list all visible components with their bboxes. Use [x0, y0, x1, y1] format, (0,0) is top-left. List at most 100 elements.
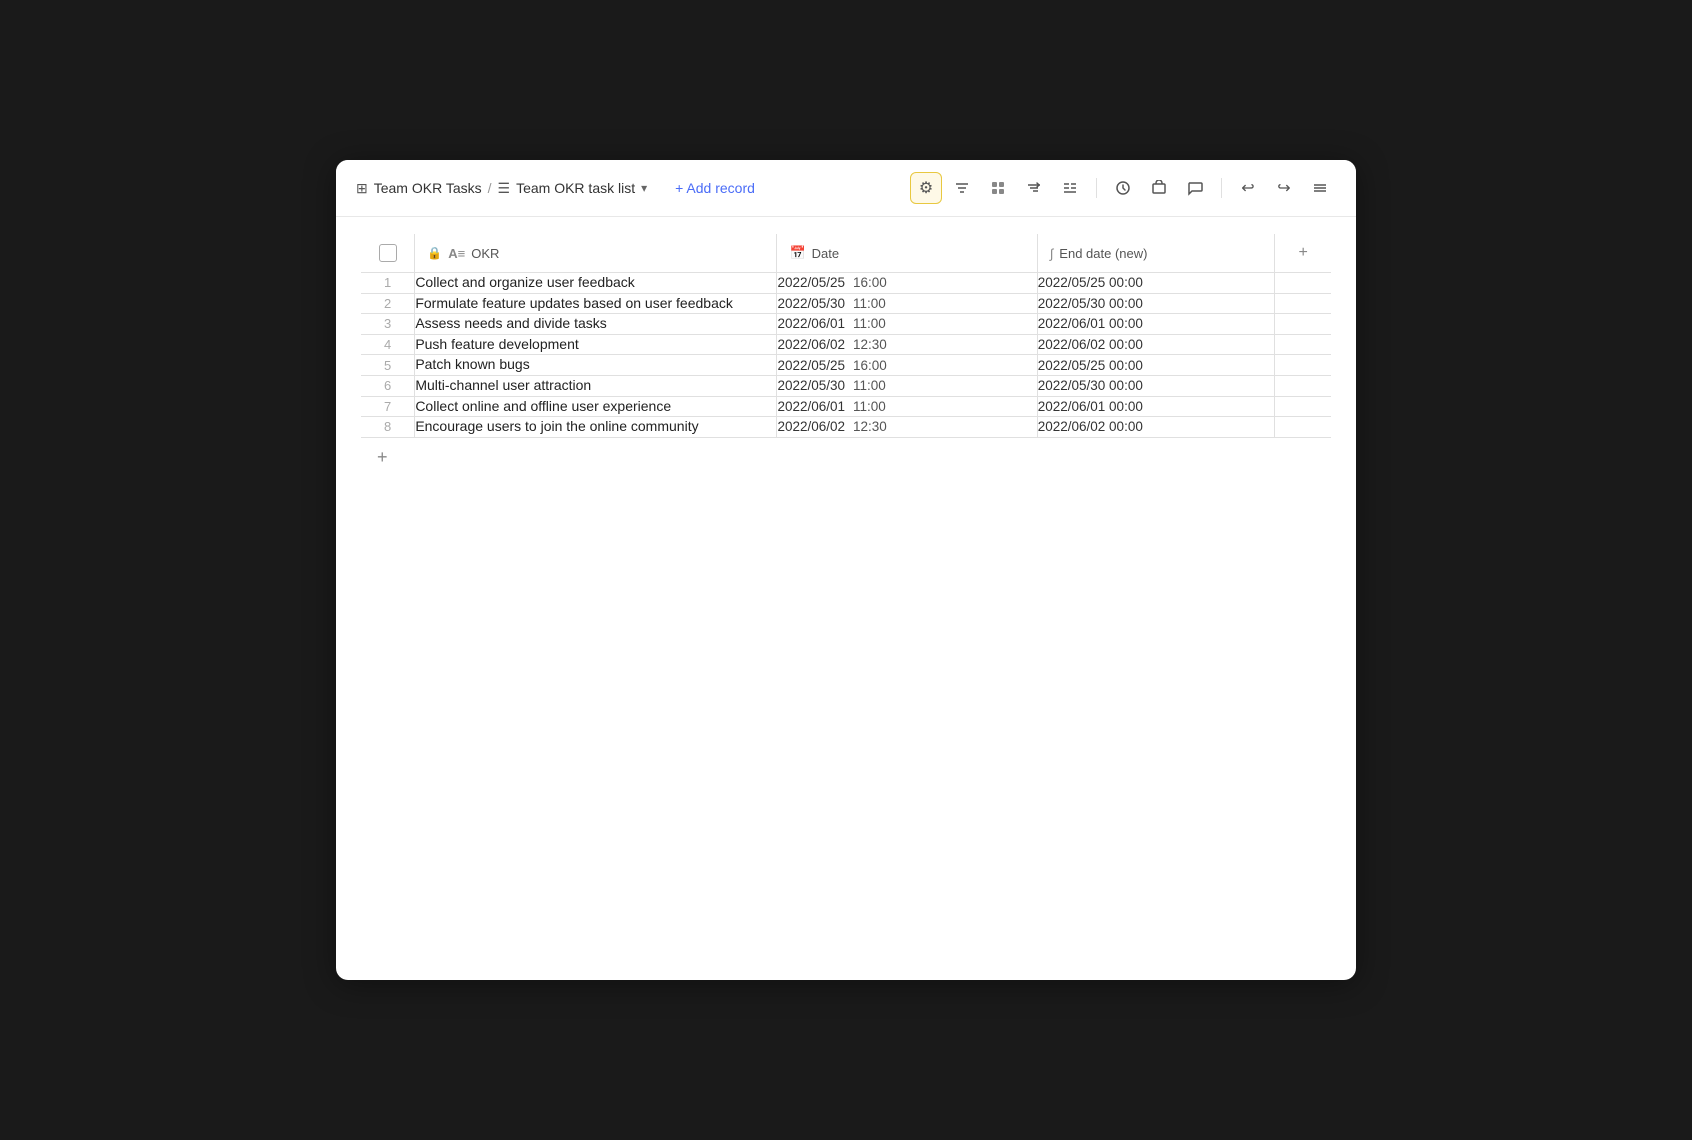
col-header-date: 📅 Date: [777, 234, 1037, 273]
group-button[interactable]: [1054, 172, 1086, 204]
row-date[interactable]: 2022/05/2516:00: [777, 355, 1037, 376]
chat-button[interactable]: [1179, 172, 1211, 204]
view-button[interactable]: [982, 172, 1014, 204]
time-value: 16:00: [853, 358, 887, 373]
row-okr[interactable]: Assess needs and divide tasks: [415, 314, 777, 335]
list-icon: ☰: [498, 180, 511, 197]
app-window: ⊞ Team OKR Tasks / ☰ Team OKR task list …: [336, 160, 1356, 980]
link-icon: ∫: [1050, 246, 1054, 261]
row-date[interactable]: 2022/05/25 16:00: [777, 273, 1037, 294]
row-enddate[interactable]: 2022/05/30 00:00: [1037, 375, 1275, 396]
time-value: 11:00: [853, 399, 886, 414]
redo-button[interactable]: ↪: [1268, 172, 1300, 204]
row-enddate[interactable]: 2022/06/01 00:00: [1037, 314, 1275, 335]
add-column-button[interactable]: +: [1275, 234, 1331, 272]
settings-button[interactable]: ⚙: [910, 172, 942, 204]
row-enddate[interactable]: 2022/05/25 00:00: [1037, 355, 1275, 376]
table-row: 7Collect online and offline user experie…: [361, 396, 1332, 417]
row-number: 8: [361, 417, 415, 438]
lock-icon: 🔒: [427, 246, 442, 260]
col-header-enddate: ∫ End date (new): [1037, 234, 1275, 273]
time-value: 11:00: [853, 316, 886, 331]
row-date[interactable]: 2022/05/30 11:00: [777, 293, 1037, 314]
col-enddate-label: End date (new): [1059, 246, 1147, 261]
row-number: 1: [361, 273, 415, 294]
col-header-okr: 🔒 A≡ OKR: [415, 234, 777, 273]
time-value: 11:00: [853, 296, 886, 311]
row-okr[interactable]: Collect online and offline user experien…: [415, 396, 777, 417]
row-date[interactable]: 2022/06/01 11:00: [777, 314, 1037, 335]
calendar-icon: 📅: [789, 245, 805, 261]
row-okr[interactable]: Multi-channel user attraction: [415, 375, 777, 396]
select-all-checkbox[interactable]: [379, 244, 397, 262]
breadcrumb-separator: /: [488, 180, 492, 196]
row-okr[interactable]: Formulate feature updates based on user …: [415, 293, 777, 314]
add-record-button[interactable]: + Add record: [667, 176, 763, 200]
row-number: 6: [361, 375, 415, 396]
row-okr[interactable]: Patch known bugs: [415, 355, 777, 376]
row-extra: [1275, 417, 1332, 438]
col-date-label: Date: [812, 246, 839, 261]
dropdown-arrow-icon[interactable]: ▾: [641, 181, 647, 195]
col-header-num: [361, 234, 415, 273]
row-date[interactable]: 2022/06/02 12:30: [777, 417, 1037, 438]
row-number: 7: [361, 396, 415, 417]
date-value: 2022/06/01: [777, 399, 845, 414]
date-value: 2022/05/30: [777, 296, 845, 311]
more-button[interactable]: [1304, 172, 1336, 204]
table-row: 6Multi-channel user attraction2022/05/30…: [361, 375, 1332, 396]
date-value: 2022/06/01: [777, 316, 845, 331]
row-enddate[interactable]: 2022/05/30 00:00: [1037, 293, 1275, 314]
row-okr[interactable]: Encourage users to join the online commu…: [415, 417, 777, 438]
row-date[interactable]: 2022/06/01 11:00: [777, 396, 1037, 417]
row-number: 4: [361, 334, 415, 355]
row-date[interactable]: 2022/06/02 12:30: [777, 334, 1037, 355]
row-number: 5: [361, 355, 415, 376]
row-extra: [1275, 396, 1332, 417]
table-row: 3Assess needs and divide tasks2022/06/01…: [361, 314, 1332, 335]
view-name-label[interactable]: Team OKR task list: [516, 180, 635, 196]
row-number: 2: [361, 293, 415, 314]
add-row-footer: +: [361, 437, 1332, 478]
toolbar-left: ⊞ Team OKR Tasks / ☰ Team OKR task list …: [356, 176, 904, 200]
undo-button[interactable]: ↩: [1232, 172, 1264, 204]
add-row-button[interactable]: +: [361, 438, 388, 478]
row-enddate[interactable]: 2022/05/25 00:00: [1037, 273, 1275, 294]
row-okr[interactable]: Push feature development: [415, 334, 777, 355]
row-extra: [1275, 293, 1332, 314]
date-value: 2022/05/25: [777, 275, 845, 290]
row-enddate[interactable]: 2022/06/02 00:00: [1037, 334, 1275, 355]
date-value: 2022/06/02: [777, 337, 845, 352]
time-value: 16:00: [853, 275, 887, 290]
col-header-add[interactable]: +: [1275, 234, 1332, 273]
table-row: 2Formulate feature updates based on user…: [361, 293, 1332, 314]
toolbar-divider-1: [1096, 178, 1097, 198]
table-row: 8Encourage users to join the online comm…: [361, 417, 1332, 438]
clock-button[interactable]: [1107, 172, 1139, 204]
row-okr[interactable]: Collect and organize user feedback: [415, 273, 777, 294]
row-extra: [1275, 334, 1332, 355]
row-extra: [1275, 273, 1332, 294]
row-date[interactable]: 2022/05/3011:00: [777, 375, 1037, 396]
col-okr-label: OKR: [471, 246, 499, 261]
time-value: 12:30: [853, 419, 887, 434]
toolbar-divider-2: [1221, 178, 1222, 198]
toolbar: ⊞ Team OKR Tasks / ☰ Team OKR task list …: [336, 160, 1356, 217]
date-value: 2022/05/30: [777, 378, 845, 393]
date-value: 2022/06/02: [777, 419, 845, 434]
row-extra: [1275, 375, 1332, 396]
sort-button[interactable]: [1018, 172, 1050, 204]
row-extra: [1275, 355, 1332, 376]
share-button[interactable]: [1143, 172, 1175, 204]
text-format-icon: A≡: [448, 246, 465, 261]
row-enddate[interactable]: 2022/06/02 00:00: [1037, 417, 1275, 438]
row-enddate[interactable]: 2022/06/01 00:00: [1037, 396, 1275, 417]
table-row: 4Push feature development2022/06/02 12:30…: [361, 334, 1332, 355]
table-row: 5Patch known bugs2022/05/2516:002022/05/…: [361, 355, 1332, 376]
grid-icon: ⊞: [356, 180, 368, 197]
table-container: 🔒 A≡ OKR 📅 Date ∫: [336, 217, 1356, 495]
toolbar-right: ⚙: [910, 172, 1336, 204]
filter-button[interactable]: [946, 172, 978, 204]
breadcrumb: ⊞ Team OKR Tasks / ☰ Team OKR task list …: [356, 180, 647, 197]
time-value: 12:30: [853, 337, 887, 352]
